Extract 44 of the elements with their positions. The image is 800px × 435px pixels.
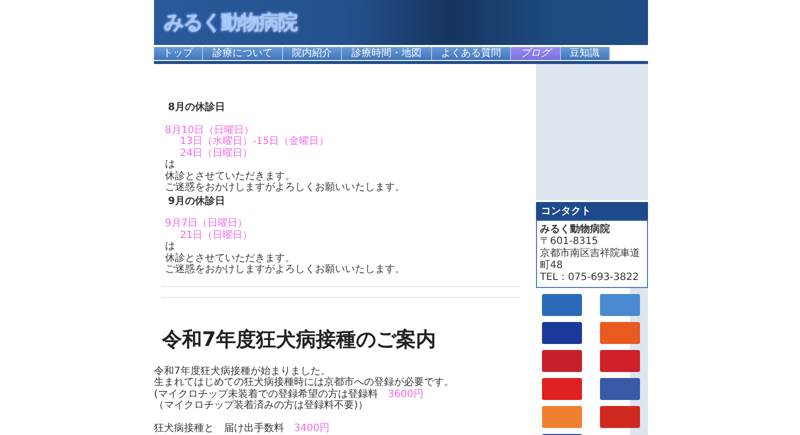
notice-text: は — [164, 241, 175, 252]
notice-title: 9月の休診日 — [167, 196, 226, 207]
closed-date: 24日（日曜日） — [179, 148, 254, 159]
info-text: 令和7年度狂犬病接種が始まりました。 — [154, 366, 330, 376]
contact-line: 京都市南区吉祥院車道町48 — [540, 248, 641, 272]
info-text: (マイクロチップ未装着での登録希望の方は登録料 — [154, 388, 378, 400]
info-text: （マイクロチップ装着済みの方は登録料不要)） — [154, 400, 368, 411]
contact-heading: コンタクト — [536, 202, 648, 220]
notice-text: ご迷惑をおかけしますがよろしくお願いいたします。 — [164, 264, 406, 276]
closed-date: 21日（日曜日） — [179, 230, 254, 241]
info-text: 狂犬病接種と 届け出手数料 — [154, 422, 284, 434]
card-logo-icon — [542, 378, 582, 400]
card-logo-icon — [600, 378, 640, 400]
closed-date: 8月10日（日曜日） — [164, 124, 256, 136]
price-text: 3600円 — [388, 388, 424, 400]
card-logo-icon — [542, 406, 582, 428]
card-logo-icon — [600, 406, 640, 428]
notice-title: 8月の休診日 — [167, 102, 226, 114]
nav-tab[interactable]: ブログ — [511, 47, 561, 60]
notice-text: ご迷惑をおかけしますがよろしくお願いいたします。 — [164, 182, 406, 194]
notice-text: は — [164, 159, 175, 170]
clinic-name: みるく動物病院 — [540, 224, 611, 236]
nav-tab[interactable]: 院内紹介 — [282, 47, 342, 60]
closed-date: 13日（水曜日）-15日（金曜日） — [179, 136, 330, 148]
nav-tab[interactable]: 豆知識 — [560, 47, 610, 60]
nav-tab[interactable]: 診療時間・地図 — [342, 47, 432, 60]
nav-tab[interactable]: よくある質問 — [432, 47, 512, 60]
closed-date: 9月7日（日曜日） — [164, 218, 249, 230]
notice-text: 休診とさせていただきます。 — [164, 170, 296, 182]
contact-line: TEL：075-693-3822 — [540, 272, 640, 284]
site-logo: みるく動物病院 — [164, 9, 297, 36]
info-text: 生まれてはじめての狂犬病接種時には京都市への登録が必要です。 — [154, 377, 454, 388]
card-logo-icon — [542, 350, 582, 372]
notice-text: 休診とさせていただきます。 — [164, 252, 296, 264]
card-logo-icon — [542, 294, 582, 316]
nav-tab[interactable]: トップ — [154, 47, 204, 60]
card-logo-icon — [600, 350, 640, 372]
section-heading: 令和7年度狂犬病接種のご案内 — [162, 326, 437, 352]
nav-tab[interactable]: 診療について — [203, 47, 283, 60]
card-logo-icon — [542, 322, 582, 344]
card-logo-icon — [600, 322, 640, 344]
price-text: 3400円 — [294, 422, 330, 434]
contact-line: 〒601-8315 — [540, 236, 600, 248]
card-logo-icon — [600, 294, 640, 316]
